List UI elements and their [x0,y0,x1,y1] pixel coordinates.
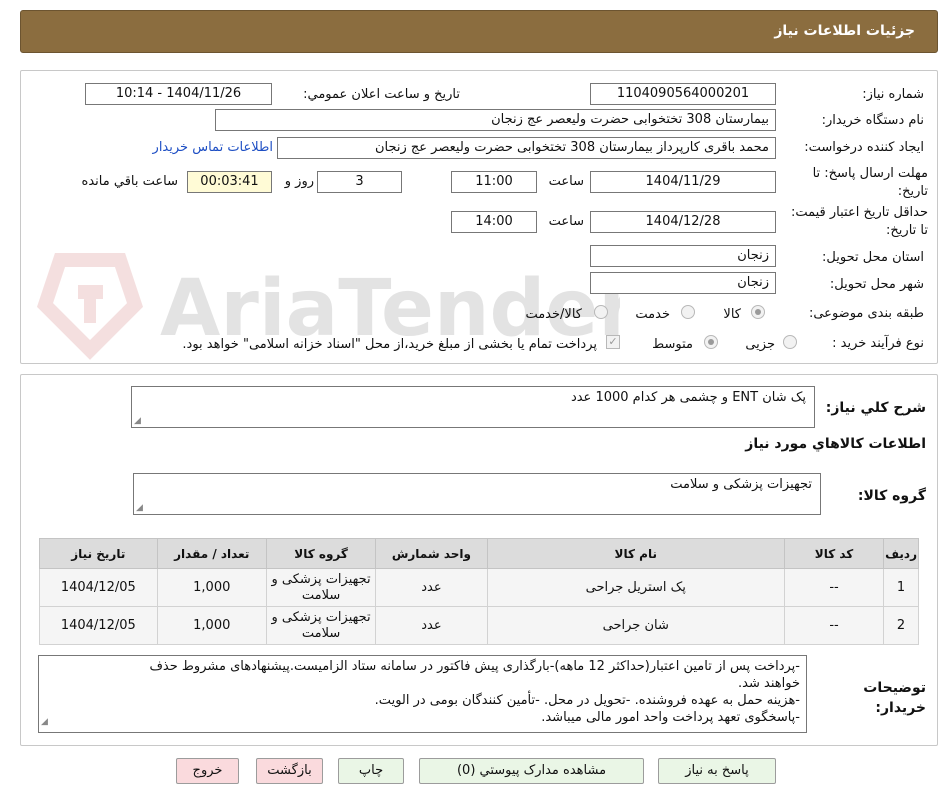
notes-line: -پرداخت پس از تامین اعتبار(حداکثر 12 ماه… [149,659,800,674]
notes-line: خواهند شد. [738,676,800,691]
process-medium-label: متوسط [652,337,693,352]
validity-time-field[interactable]: 14:00 [451,211,537,233]
table-header-row: رديف کد کالا نام کالا واحد شمارش گروه کا… [39,538,919,569]
days-label: روز و [284,174,314,189]
requester-field[interactable]: محمد باقری کارپرداز بیمارستان 308 تختخوا… [277,137,776,159]
process-minor-radio[interactable] [783,335,797,349]
remaining-days-field[interactable]: 3 [317,171,402,193]
validity-date-field[interactable]: 1404/12/28 [590,211,776,233]
goods-group-label: گروه کالا: [857,488,926,504]
treasury-checkbox[interactable]: ✓ [606,335,620,349]
treasury-note: پرداخت تمام یا بخشی از مبلغ خرید،از محل … [182,337,597,352]
cell-qty: 1,000 [156,568,267,607]
buyer-org-label: نام دستگاه خریدار: [821,113,924,128]
buyer-contact-link[interactable]: اطلاعات تماس خریدار [153,140,273,155]
reply-deadline-label-text: مهلت ارسال پاسخ: تا تاریخ: [812,166,928,199]
col-qty: تعداد / مقدار [156,538,267,569]
cell-unit: عدد [375,606,488,645]
category-goods-radio[interactable] [751,305,765,319]
price-validity-label: حداقل تاریخ اعتبار قیمت: تا تاریخ: [788,204,928,240]
exit-button[interactable]: خروج [176,758,239,784]
notes-label-text: توضیحات خریدار: [863,680,926,716]
category-goods-service-radio[interactable] [594,305,608,319]
cell-row: 2 [883,606,919,645]
remaining-label: ساعت باقي مانده [81,174,178,189]
need-number-field[interactable]: 1104090564000201 [590,83,776,105]
cell-row: 1 [883,568,919,607]
reply-date-field[interactable]: 1404/11/29 [590,171,776,193]
notes-line: -پاسخگوی تعهد پرداخت واحد امور مالی میبا… [541,710,800,725]
cell-date: 1404/12/05 [39,606,158,645]
goods-group-textbox[interactable]: تجهیزات پزشکی و سلامت ◢ [133,473,821,515]
print-button[interactable]: چاپ [338,758,404,784]
summary-text: پک شان ENT و چشمی هر کدام 1000 عدد [570,390,806,405]
category-goods-label: کالا [723,307,741,322]
goods-group-text: تجهیزات پزشکی و سلامت [670,477,812,492]
col-row: رديف [883,538,919,569]
col-code: کد کالا [783,538,885,569]
summary-label: شرح کلي نیاز: [825,400,926,416]
cell-group: تجهیزات پزشکی و سلامت [265,568,377,607]
cell-code: -- [783,606,885,645]
notes-line: -هزینه حمل به عهده فروشنده. -تحویل در مح… [374,693,800,708]
cell-date: 1404/12/05 [39,568,158,607]
col-group: گروه کالا [265,538,377,569]
page-header: جزئیات اطلاعات نیاز [20,10,938,53]
validity-time-label: ساعت [548,214,584,229]
price-validity-label-text: حداقل تاریخ اعتبار قیمت: تا تاریخ: [790,205,928,238]
cell-group: تجهیزات پزشکی و سلامت [265,606,377,645]
col-date: تاريخ نياز [39,538,158,569]
cell-qty: 1,000 [156,606,267,645]
reply-button[interactable]: پاسخ به نياز [658,758,776,784]
col-name: نام کالا [486,538,785,569]
category-service-radio[interactable] [681,305,695,319]
buyer-org-field[interactable]: بیمارستان 308 تختخوابی حضرت ولیعصر عج زن… [215,109,776,131]
notes-label: توضیحات خریدار: [846,678,926,718]
city-label: شهر محل تحویل: [829,277,924,292]
process-medium-radio[interactable] [704,335,718,349]
cell-name: شان جراحی [486,606,785,645]
back-button[interactable]: بازگشت [256,758,323,784]
table-row[interactable]: 2 -- شان جراحی عدد تجهیزات پزشکی و سلامت… [39,606,919,645]
announce-datetime-label: تاریخ و ساعت اعلان عمومي: [303,87,460,102]
need-number-label: شماره نیاز: [862,87,924,102]
cell-name: پک استریل جراحی [486,568,785,607]
notes-textbox[interactable]: -پرداخت پس از تامین اعتبار(حداکثر 12 ماه… [38,655,807,733]
announce-datetime-field[interactable]: 1404/11/26 - 10:14 [85,83,272,105]
page-title: جزئیات اطلاعات نیاز [774,23,915,39]
process-minor-label: جزیی [745,337,775,352]
summary-textbox[interactable]: پک شان ENT و چشمی هر کدام 1000 عدد ◢ [131,386,815,428]
category-goods-service-label: کالا/خدمت [525,307,582,322]
items-table: رديف کد کالا نام کالا واحد شمارش گروه کا… [39,538,919,645]
category-service-label: خدمت [635,307,670,322]
requester-label: ایجاد کننده درخواست: [804,140,924,155]
resize-grip-icon[interactable]: ◢ [136,503,143,513]
reply-time-field[interactable]: 11:00 [451,171,537,193]
attachments-button[interactable]: مشاهده مدارک پيوستي (0) [419,758,644,784]
resize-grip-icon[interactable]: ◢ [134,416,141,426]
cell-code: -- [783,568,885,607]
city-field[interactable]: زنجان [590,272,776,294]
table-row[interactable]: 1 -- پک استریل جراحی عدد تجهیزات پزشکی و… [39,568,919,607]
goods-info-title: اطلاعات کالاهاي مورد نياز [745,436,926,452]
province-label: استان محل تحویل: [822,250,924,265]
resize-grip-icon[interactable]: ◢ [41,714,48,731]
col-unit: واحد شمارش [375,538,488,569]
process-type-label: نوع فرآیند خرید : [832,336,924,351]
remaining-time-field: 00:03:41 [187,171,272,193]
province-field[interactable]: زنجان [590,245,776,267]
reply-deadline-label: مهلت ارسال پاسخ: تا تاریخ: [788,165,928,201]
cell-unit: عدد [375,568,488,607]
reply-time-label: ساعت [548,174,584,189]
category-label: طبقه بندی موضوعی: [808,306,924,321]
